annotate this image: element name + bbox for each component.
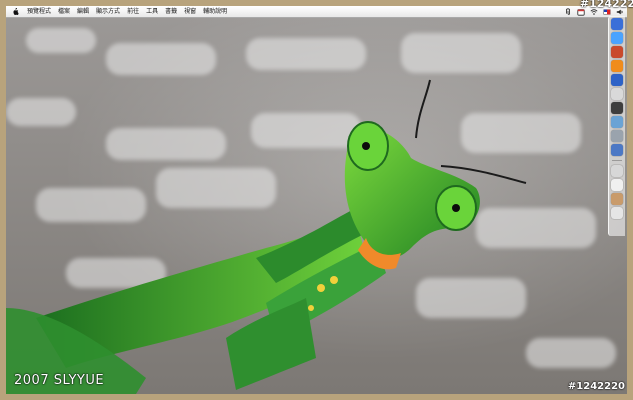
image-id-badge-bottom: #1242220 <box>567 381 625 392</box>
wallpaper-watermark: 2007 SLYYUE <box>14 373 105 388</box>
menu-items: 預覽程式 檔案 編輯 顯示方式 前往 工具 書籤 視窗 輔助說明 <box>27 7 227 17</box>
menu-item-edit[interactable]: 編輯 <box>77 7 89 17</box>
photo-icon[interactable] <box>611 193 623 205</box>
camera-icon[interactable] <box>611 102 623 114</box>
menu-bar: 預覽程式 檔案 編輯 顯示方式 前往 工具 書籤 視窗 輔助說明 <box>6 6 627 18</box>
firefox-icon[interactable] <box>611 60 623 72</box>
menu-item-help[interactable]: 輔助說明 <box>203 7 227 17</box>
apple-icon <box>13 7 19 15</box>
itunes-icon[interactable] <box>611 74 623 86</box>
apple-menu-icon[interactable] <box>11 7 21 17</box>
finder-icon[interactable] <box>611 18 623 30</box>
preview-icon[interactable] <box>611 116 623 128</box>
desktop-wallpaper <box>6 18 627 394</box>
mail-icon[interactable] <box>611 46 623 58</box>
dock <box>608 16 625 236</box>
tools-icon[interactable] <box>611 130 623 142</box>
world-icon[interactable] <box>611 144 623 156</box>
image-id-badge-top: #124222 <box>579 0 633 10</box>
dock-separator <box>612 160 622 161</box>
desktop-frame: 預覽程式 檔案 編輯 顯示方式 前往 工具 書籤 視窗 輔助說明 2007 SL… <box>0 0 633 400</box>
menu-item-go[interactable]: 前往 <box>127 7 139 17</box>
mantis-image <box>6 79 527 394</box>
menu-item-app[interactable]: 預覽程式 <box>27 7 51 17</box>
chat-icon[interactable] <box>611 88 623 100</box>
menu-item-view[interactable]: 顯示方式 <box>96 7 120 17</box>
desktop-screen: 預覽程式 檔案 編輯 顯示方式 前往 工具 書籤 視窗 輔助說明 2007 SL… <box>6 6 627 394</box>
menu-item-bookmarks[interactable]: 書籤 <box>165 7 177 17</box>
menu-item-file[interactable]: 檔案 <box>58 7 70 17</box>
disk-icon[interactable] <box>611 165 623 177</box>
safari-icon[interactable] <box>611 32 623 44</box>
menu-item-window[interactable]: 視窗 <box>184 7 196 17</box>
menu-item-tools[interactable]: 工具 <box>146 7 158 17</box>
trash-icon[interactable] <box>611 207 623 219</box>
paperclip-icon[interactable] <box>564 7 572 16</box>
speaker-icon[interactable] <box>611 179 623 191</box>
